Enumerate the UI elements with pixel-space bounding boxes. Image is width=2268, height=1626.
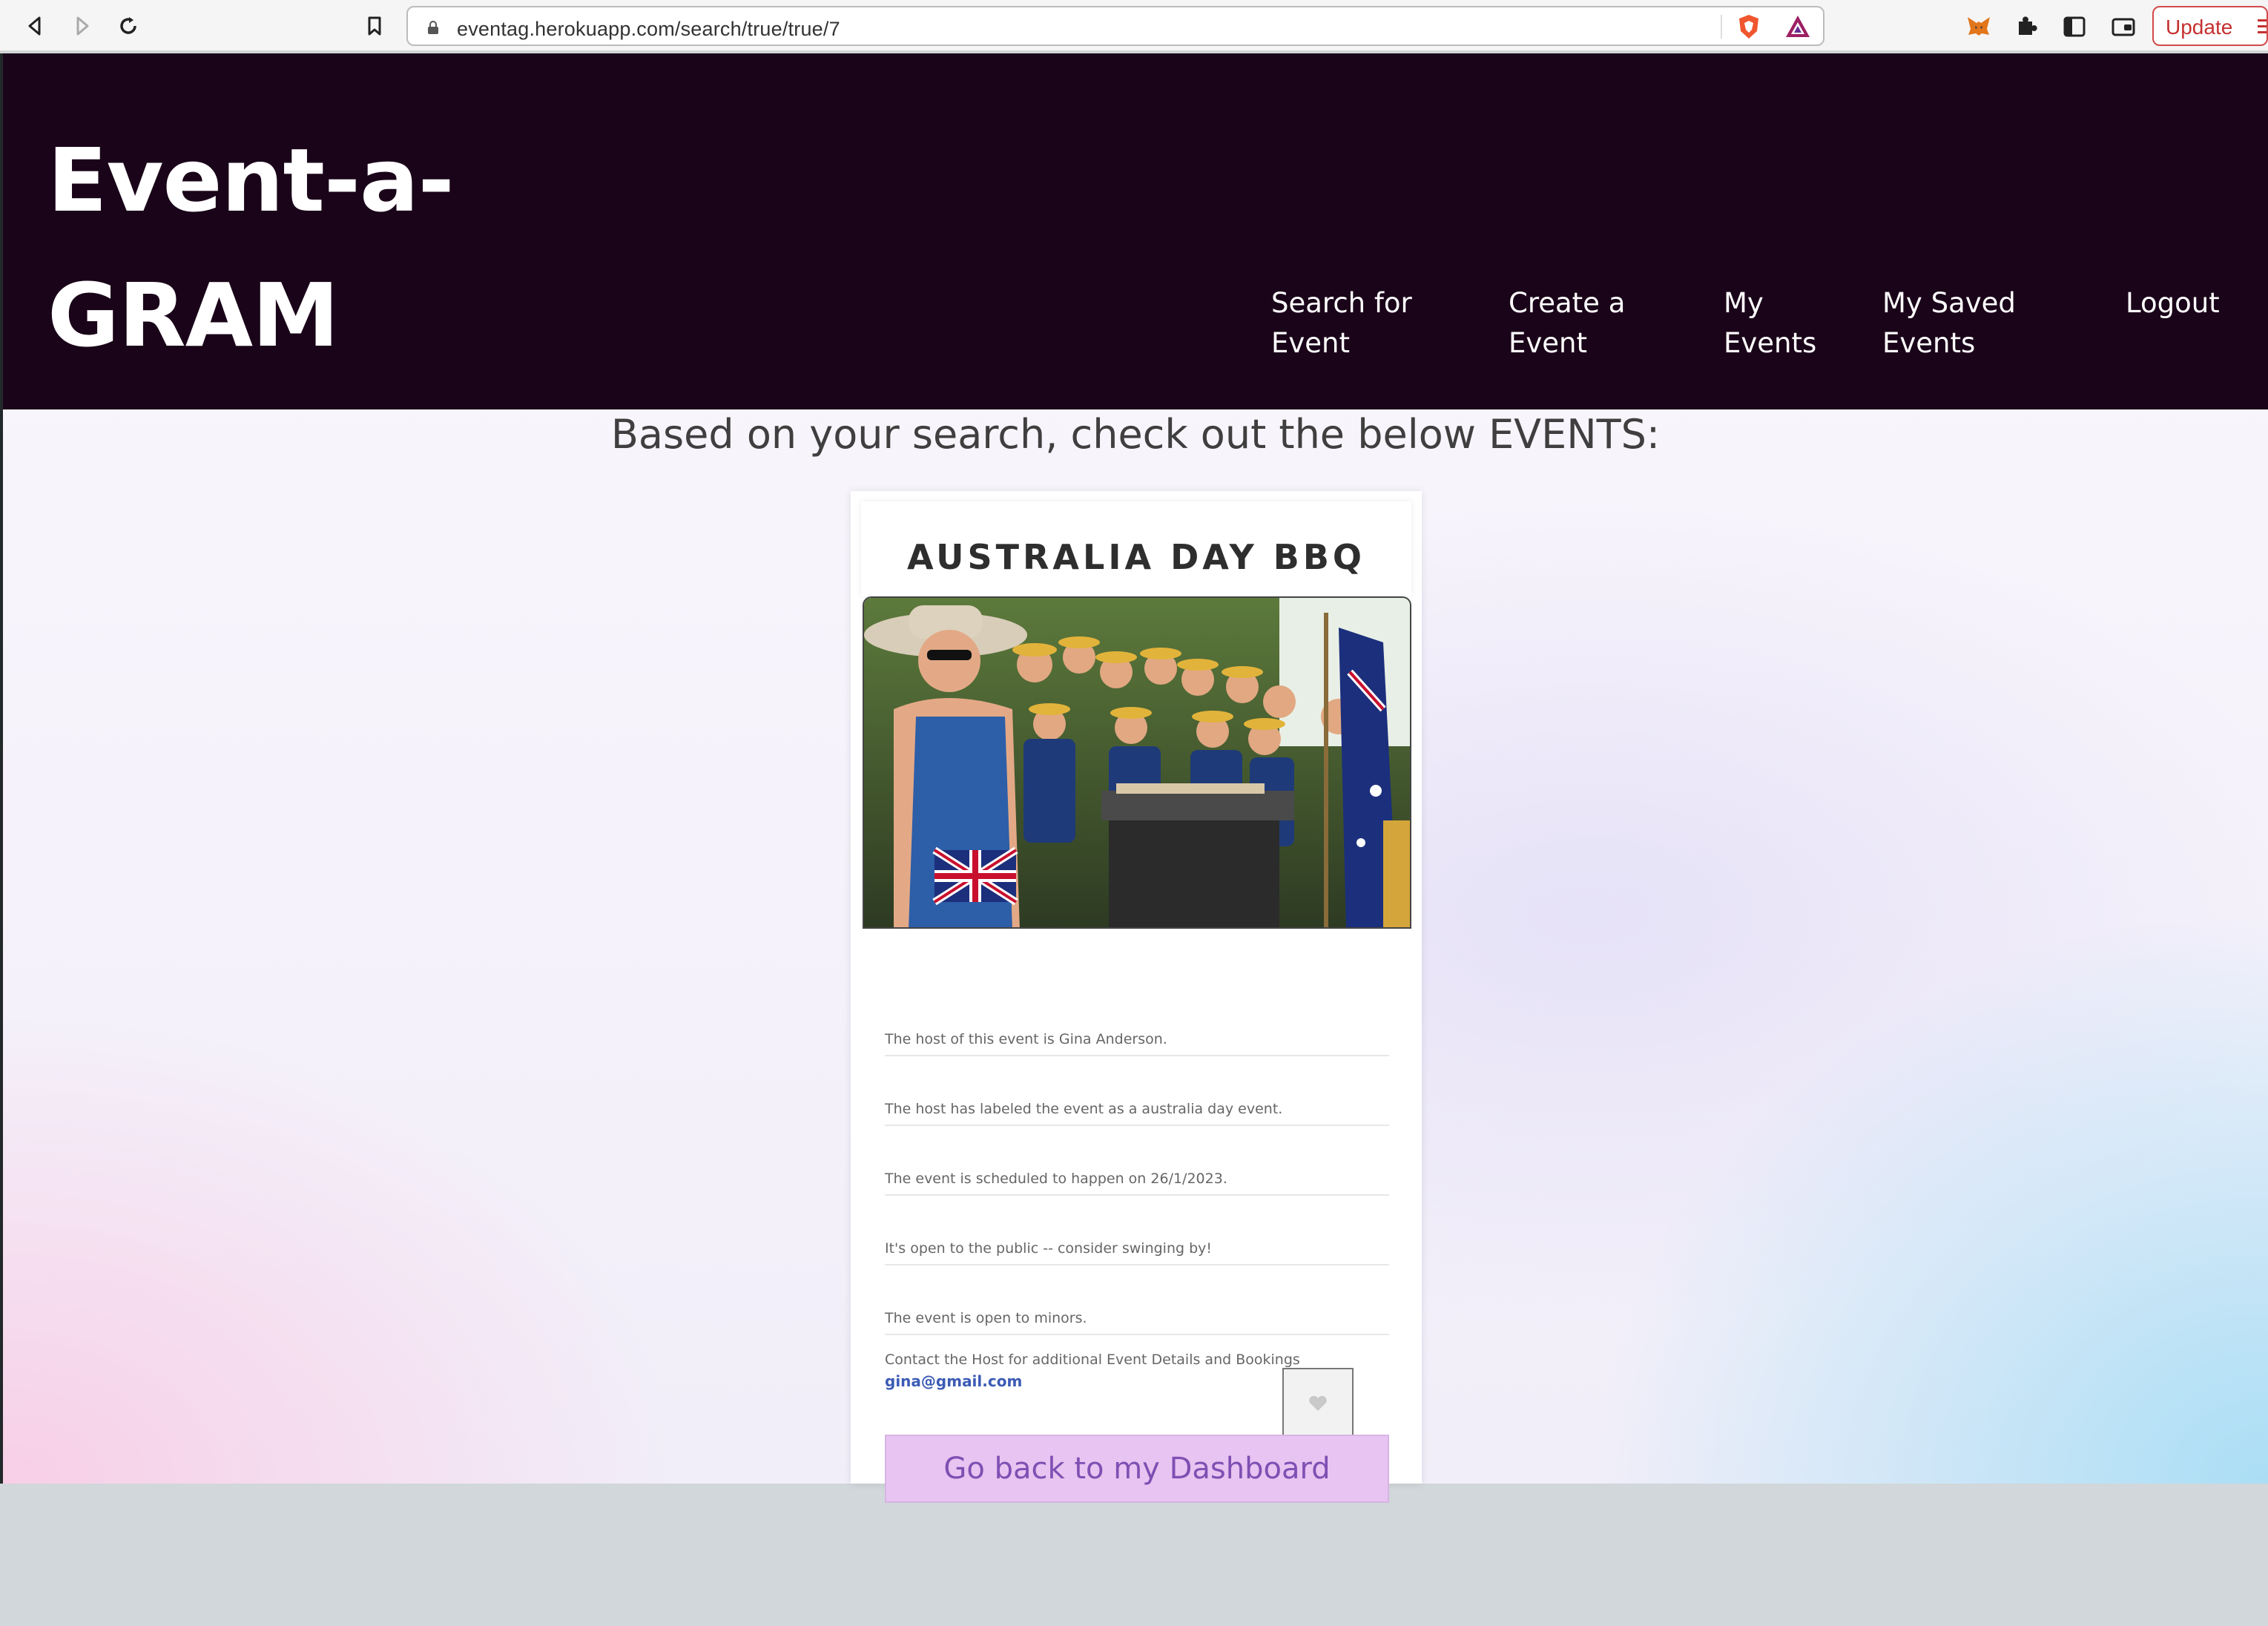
event-photo <box>863 596 1411 929</box>
brave-shield-icon[interactable] <box>1735 13 1762 40</box>
event-card: AUSTRALIA DAY BBQ The host of this event… <box>851 491 1422 1503</box>
forward-button[interactable] <box>67 10 98 42</box>
back-icon <box>28 16 41 36</box>
extensions-icon[interactable] <box>2011 11 2041 41</box>
divider <box>885 1334 1389 1335</box>
bookmark-button[interactable] <box>359 10 390 42</box>
nav-create-event-line-2: Event <box>1509 327 1587 359</box>
site-header: Event-a- GRAM Search for Event Create a … <box>3 53 2268 409</box>
logo-line-1: Event-a- <box>47 129 455 231</box>
event-public: It's open to the public -- consider swin… <box>885 1240 1213 1257</box>
save-event-button[interactable] <box>1282 1368 1354 1439</box>
nav-search-event[interactable]: Search for Event <box>1271 283 1412 363</box>
event-title: AUSTRALIA DAY BBQ <box>906 537 1366 577</box>
divider <box>885 1125 1389 1126</box>
dashboard-button[interactable]: Go back to my Dashboard <box>885 1435 1389 1503</box>
nav-my-saved-events[interactable]: My Saved Events <box>1882 283 2016 363</box>
browser-toolbar: eventag.herokuapp.com/search/true/true/7… <box>0 0 2268 52</box>
reload-button[interactable] <box>113 10 144 42</box>
wallet-icon[interactable] <box>2108 11 2137 41</box>
nav-logout[interactable]: Logout <box>2126 283 2220 323</box>
update-label: Update <box>2166 16 2233 39</box>
site-logo[interactable]: Event-a- GRAM <box>47 113 463 383</box>
brave-rewards-icon[interactable] <box>1784 13 1811 40</box>
divider <box>885 1194 1389 1196</box>
event-contact: Contact the Host for additional Event De… <box>885 1352 1300 1368</box>
results-headline: Based on your search, check out the belo… <box>610 411 1661 458</box>
divider <box>885 1055 1389 1056</box>
event-minors: The event is open to minors. <box>885 1310 1087 1326</box>
event-host: The host of this event is Gina Anderson. <box>885 1031 1167 1047</box>
event-title-box: AUSTRALIA DAY BBQ <box>861 501 1411 596</box>
address-bar[interactable]: eventag.herokuapp.com/search/true/true/7 <box>406 6 1824 46</box>
page-content: Event-a- GRAM Search for Event Create a … <box>0 53 2268 1503</box>
event-label: The host has labeled the event as a aust… <box>885 1101 1283 1117</box>
divider <box>885 1264 1389 1265</box>
nav-my-events-line-1: My <box>1724 287 1764 319</box>
back-button[interactable] <box>19 10 50 42</box>
forward-icon <box>76 16 89 36</box>
host-email-link[interactable]: gina@gmail.com <box>885 1372 1022 1390</box>
nav-my-saved-events-line-2: Events <box>1882 327 1976 359</box>
sidebar-icon[interactable] <box>2059 11 2089 41</box>
nav-create-event[interactable]: Create a Event <box>1509 283 1625 363</box>
nav-create-event-line-1: Create a <box>1509 287 1626 319</box>
heart-icon <box>1309 1395 1327 1411</box>
metamask-icon[interactable] <box>1964 11 1994 41</box>
url-text: eventag.herokuapp.com/search/true/true/7 <box>457 18 840 40</box>
nav-search-event-line-2: Event <box>1271 327 1350 359</box>
event-photo-illustration <box>864 598 1410 927</box>
nav-my-events[interactable]: My Events <box>1724 283 1816 363</box>
nav-search-event-line-1: Search for <box>1271 287 1412 319</box>
nav-logout-line-1: Logout <box>2126 287 2220 319</box>
url-separator <box>1721 15 1722 39</box>
menu-icon <box>2258 19 2267 33</box>
logo-line-2: GRAM <box>47 264 339 366</box>
reload-icon <box>120 17 136 34</box>
nav-my-events-line-2: Events <box>1724 327 1817 359</box>
update-button[interactable]: Update <box>2152 6 2268 46</box>
bookmark-icon <box>368 16 381 36</box>
event-date: The event is scheduled to happen on 26/1… <box>885 1171 1227 1187</box>
nav-my-saved-events-line-1: My Saved <box>1882 287 2016 319</box>
lock-icon <box>428 21 438 34</box>
